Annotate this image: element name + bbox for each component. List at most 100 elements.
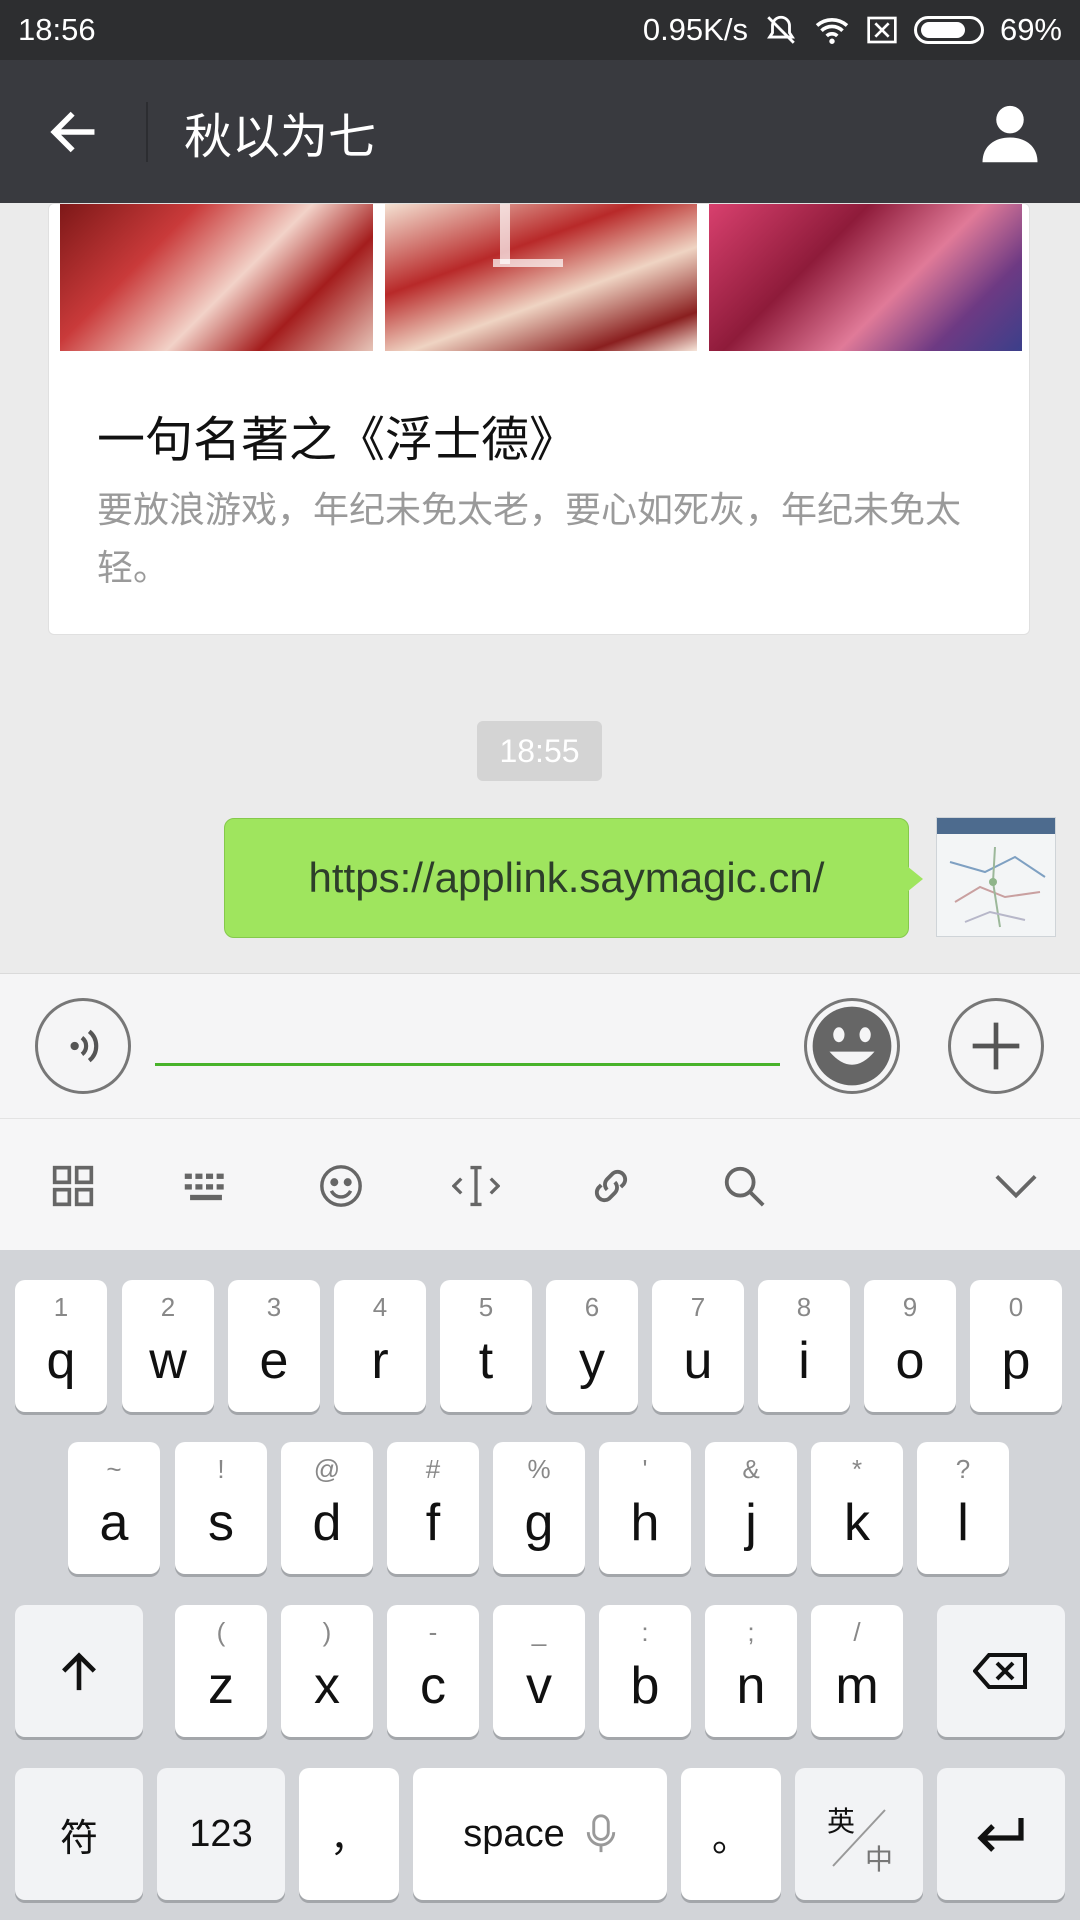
key-g[interactable]: % g [493, 1442, 585, 1574]
key-label: a [99, 1494, 129, 1552]
key-alt-label: 6 [584, 1292, 600, 1322]
search-icon [724, 1166, 765, 1207]
battery-icon [913, 16, 984, 44]
chat-messages[interactable]: 一句名著之《浮士德》 要放浪游戏，年纪未免太老，要心如死灰，年纪未免太轻。 18… [0, 203, 1080, 973]
key-label: z [208, 1657, 234, 1715]
keyboard-icon [184, 1173, 224, 1201]
key-z[interactable]: (z [175, 1605, 267, 1737]
back-button[interactable] [0, 60, 146, 203]
hide-keyboard-button[interactable] [981, 1151, 1051, 1221]
key-alt-label: @ [313, 1454, 341, 1484]
key-label: x [314, 1657, 340, 1715]
article-description: 要放浪游戏，年纪未免太老，要心如死灰，年纪未免太轻。 [97, 490, 962, 589]
key-alt-label: ) [322, 1617, 332, 1647]
key-x[interactable]: ) x [281, 1605, 373, 1737]
chat-info-button[interactable] [950, 60, 1070, 203]
article-title: 一句名著之《浮士德》 [97, 412, 578, 468]
symbols-key[interactable]: 符 [15, 1768, 143, 1900]
grid-icon [52, 1165, 94, 1207]
key-label: w [149, 1332, 187, 1390]
avatar-header [937, 818, 1055, 834]
clipboard-link-button[interactable] [576, 1151, 646, 1221]
key-b[interactable]: :b [599, 1605, 691, 1737]
key-label: y [579, 1332, 605, 1390]
user-avatar[interactable] [936, 817, 1056, 937]
space-key[interactable]: space [413, 1768, 667, 1900]
period-key[interactable]: 。 [681, 1768, 781, 1900]
shift-key[interactable] [15, 1605, 143, 1737]
key-alt-label: 2 [160, 1292, 176, 1322]
key-k[interactable]: * k [811, 1442, 903, 1574]
key-d[interactable]: @ d [281, 1442, 373, 1574]
key-label: ， [329, 1817, 368, 1860]
key-alt-label: _ [531, 1617, 547, 1647]
map-thumbnail-icon [949, 846, 1046, 928]
key-alt-label: 3 [266, 1292, 282, 1322]
backspace-key[interactable] [937, 1605, 1065, 1737]
article-card[interactable]: 一句名著之《浮士德》 要放浪游戏，年纪未免太老，要心如死灰，年纪未免太轻。 [48, 203, 1030, 635]
key-alt-label: 5 [478, 1292, 494, 1322]
key-o[interactable]: 9o [864, 1280, 956, 1412]
key-e[interactable]: 3e [228, 1280, 320, 1412]
voice-input-button[interactable] [35, 998, 131, 1094]
key-label: space [463, 1812, 565, 1855]
key-p[interactable]: 0p [970, 1280, 1062, 1412]
lang-zh-label: 中 [865, 1843, 894, 1876]
key-label: b [630, 1657, 660, 1715]
key-label: g [524, 1494, 554, 1552]
emoji-button[interactable] [804, 998, 900, 1094]
key-label: e [259, 1332, 289, 1390]
key-q[interactable]: 1q [15, 1280, 107, 1412]
key-h[interactable]: ' h [599, 1442, 691, 1574]
key-r[interactable]: 4r [334, 1280, 426, 1412]
key-f[interactable]: # f [387, 1442, 479, 1574]
key-alt-label: : [641, 1617, 649, 1647]
smiley-icon [812, 1006, 892, 1086]
bubble-tail [907, 866, 923, 892]
key-l[interactable]: ? l [917, 1442, 1009, 1574]
key-u[interactable]: 7u [652, 1280, 744, 1412]
key-s[interactable]: ! s [175, 1442, 267, 1574]
key-alt-label: ! [217, 1454, 225, 1484]
key-w[interactable]: 2w [122, 1280, 214, 1412]
key-i[interactable]: 8i [758, 1280, 850, 1412]
key-n[interactable]: ; n [705, 1605, 797, 1737]
keyboard-toolbar [0, 1118, 1080, 1250]
keyboard-search-button[interactable] [709, 1151, 779, 1221]
more-options-button[interactable] [948, 998, 1044, 1094]
key-label: j [745, 1494, 757, 1552]
comma-key[interactable]: ， [299, 1768, 399, 1900]
person-icon [982, 105, 1038, 162]
numbers-key[interactable]: 123 [157, 1768, 285, 1900]
key-alt-label: - [428, 1617, 438, 1647]
voice-icon [70, 1029, 99, 1063]
key-label: o [895, 1332, 925, 1390]
article-image [709, 204, 1023, 351]
key-a[interactable]: ~ a [68, 1442, 160, 1574]
key-alt-label: 9 [902, 1292, 918, 1322]
key-m[interactable]: / m [811, 1605, 903, 1737]
key-alt-label: 4 [372, 1292, 388, 1322]
no-sim-icon [866, 15, 898, 45]
key-t[interactable]: 5t [440, 1280, 532, 1412]
keyboard-switch-button[interactable] [171, 1151, 241, 1221]
key-label: u [683, 1332, 713, 1390]
language-switch-key[interactable]: 英 中 [795, 1768, 923, 1900]
key-v[interactable]: _ v [493, 1605, 585, 1737]
key-y[interactable]: 6y [546, 1280, 638, 1412]
key-j[interactable]: & j [705, 1442, 797, 1574]
grid-menu-button[interactable] [38, 1151, 108, 1221]
sent-message-bubble[interactable]: https://applink.saymagic.cn/ [224, 818, 909, 938]
key-label: 123 [189, 1812, 253, 1855]
enter-key[interactable] [937, 1768, 1065, 1900]
key-label: f [425, 1494, 441, 1552]
article-image [384, 204, 698, 351]
key-c[interactable]: -c [387, 1605, 479, 1737]
article-images [60, 204, 1023, 351]
link-icon [594, 1169, 628, 1203]
emoji-panel-button[interactable] [306, 1151, 376, 1221]
message-input[interactable] [155, 1016, 780, 1066]
soft-keyboard: 1q 2w 3e 4r 5t 6y 7u 8i 9o 0p ~ a ! s @ d #… [0, 1250, 1080, 1920]
chat-title: 秋以为七 [184, 108, 377, 165]
cursor-move-button[interactable] [441, 1151, 511, 1221]
